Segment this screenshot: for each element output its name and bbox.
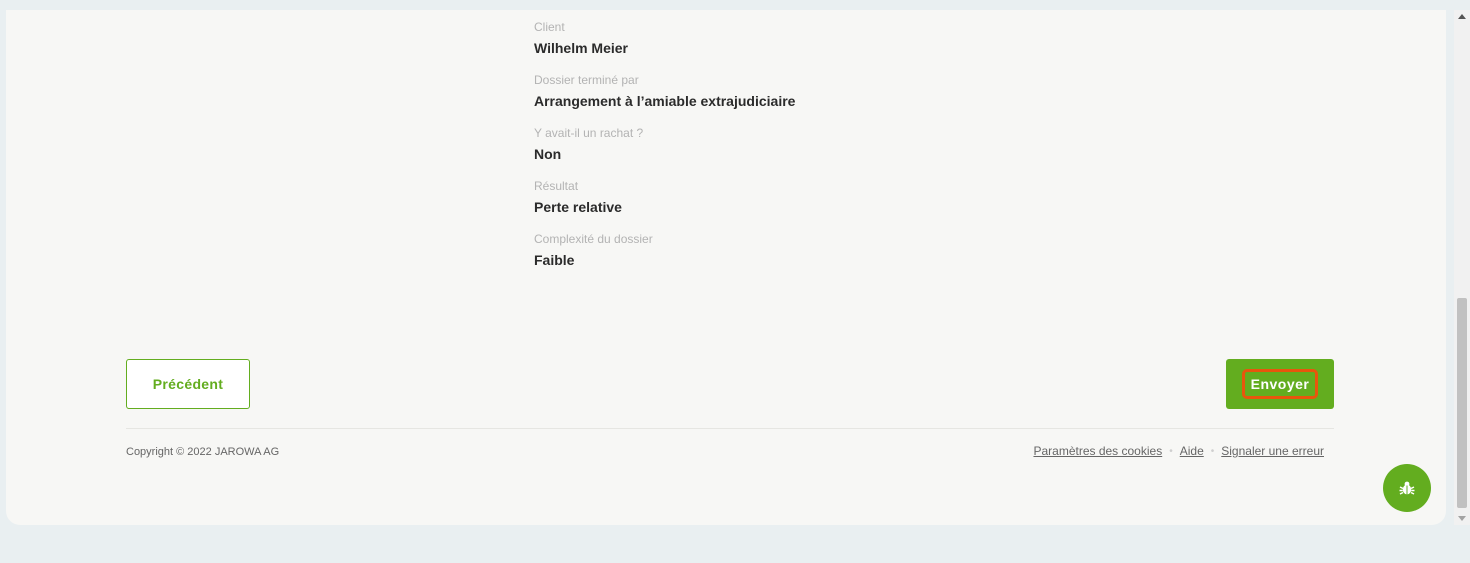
- field-value: Non: [534, 146, 562, 162]
- field-value: Perte relative: [534, 199, 622, 215]
- field-label: Dossier terminé par: [534, 73, 639, 87]
- field-resultat: Résultat Perte relative: [534, 179, 934, 232]
- field-value: Wilhelm Meier: [534, 40, 629, 56]
- field-label: Résultat: [534, 179, 579, 193]
- scrollbar-thumb[interactable]: [1457, 298, 1467, 508]
- cookie-settings-link[interactable]: Paramètres des cookies: [1033, 444, 1162, 458]
- copyright-text: Copyright © 2022 JAROWA AG: [126, 446, 280, 458]
- summary-section: Client Wilhelm Meier Dossier terminé par…: [534, 20, 934, 285]
- footer-links: Paramètres des cookies • Aide • Signaler…: [1033, 444, 1324, 458]
- separator-dot: •: [1169, 445, 1173, 457]
- bug-icon: [1399, 481, 1415, 495]
- field-label: Complexité du dossier: [534, 232, 653, 246]
- previous-button[interactable]: Précédent: [126, 359, 250, 409]
- send-button[interactable]: Envoyer: [1226, 359, 1334, 409]
- main-card: Client Wilhelm Meier Dossier terminé par…: [6, 10, 1446, 525]
- footer-divider: [126, 428, 1334, 429]
- vertical-scrollbar[interactable]: [1454, 10, 1470, 525]
- field-label: Client: [534, 20, 565, 34]
- field-dossier-termine-par: Dossier terminé par Arrangement à l’amia…: [534, 73, 934, 126]
- separator-dot: •: [1210, 445, 1215, 457]
- report-error-link[interactable]: Signaler une erreur: [1221, 444, 1324, 458]
- bug-report-button[interactable]: [1383, 464, 1431, 512]
- field-value: Faible: [534, 252, 575, 268]
- arrow-down-icon[interactable]: [1458, 516, 1466, 521]
- field-value: Arrangement à l’amiable extrajudiciaire: [534, 93, 796, 109]
- send-button-label: Envoyer: [1241, 369, 1319, 399]
- field-rachat: Y avait-il un rachat ? Non: [534, 126, 934, 179]
- field-label: Y avait-il un rachat ?: [534, 126, 644, 140]
- help-link[interactable]: Aide: [1180, 444, 1204, 458]
- field-complexite: Complexité du dossier Faible: [534, 232, 934, 285]
- field-client: Client Wilhelm Meier: [534, 20, 934, 73]
- arrow-up-icon[interactable]: [1458, 14, 1466, 19]
